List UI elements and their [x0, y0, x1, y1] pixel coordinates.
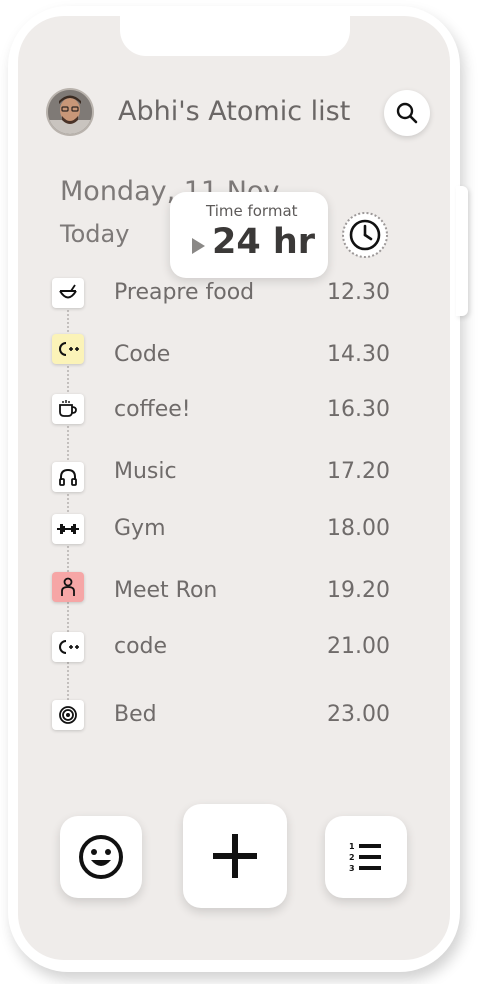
task-name-4[interactable]: Music	[114, 459, 177, 484]
task-name-7[interactable]: code	[114, 634, 167, 659]
app-screen: Abhi's Atomic list Monday, 11 Nov Today …	[18, 16, 450, 960]
play-arrow-icon	[192, 238, 205, 254]
bowl-icon	[59, 284, 77, 299]
svg-text:2: 2	[349, 853, 355, 862]
task-time-5: 18.00	[327, 516, 390, 541]
task-time-6: 19.20	[327, 578, 390, 603]
task-name-2[interactable]: Code	[114, 342, 170, 367]
mood-button[interactable]	[60, 816, 142, 898]
target-icon	[59, 706, 77, 724]
add-task-button[interactable]	[183, 804, 287, 908]
svg-text:1: 1	[349, 842, 355, 851]
task-time-1: 12.30	[327, 280, 390, 305]
task-name-1[interactable]: Preapre food	[114, 280, 254, 305]
task-icon-5[interactable]	[52, 514, 84, 544]
time-format-toggle[interactable]	[340, 210, 390, 260]
cpp-icon	[59, 640, 79, 654]
page-title: Abhi's Atomic list	[118, 96, 351, 127]
search-icon	[396, 102, 418, 124]
cpp-icon	[59, 342, 79, 356]
phone-notch	[120, 16, 350, 56]
time-format-value: 24 hr	[212, 222, 316, 262]
task-name-3[interactable]: coffee!	[114, 397, 191, 422]
task-icon-7[interactable]	[52, 632, 84, 662]
smiley-icon	[79, 835, 123, 879]
task-name-8[interactable]: Bed	[114, 702, 157, 727]
task-name-6[interactable]: Meet Ron	[114, 578, 217, 603]
clock-icon	[342, 212, 388, 258]
coffee-cup-icon	[59, 400, 77, 417]
task-time-4: 17.20	[327, 459, 390, 484]
time-format-label: Time format	[206, 202, 298, 220]
task-icon-6[interactable]	[52, 572, 84, 602]
headphones-icon	[59, 468, 77, 486]
search-button[interactable]	[384, 90, 430, 136]
task-time-8: 23.00	[327, 702, 390, 727]
task-time-7: 21.00	[327, 634, 390, 659]
svg-text:3: 3	[349, 864, 355, 873]
task-icon-8[interactable]	[52, 700, 84, 730]
time-format-popup[interactable]: Time format 24 hr	[170, 192, 328, 278]
avatar[interactable]	[48, 90, 92, 134]
task-name-5[interactable]: Gym	[114, 516, 166, 541]
task-icon-1[interactable]	[52, 278, 84, 308]
user-avatar-icon	[48, 90, 92, 134]
plus-icon	[213, 834, 257, 878]
person-icon	[61, 577, 75, 596]
phone-side-button	[456, 186, 468, 316]
task-icon-3[interactable]	[52, 394, 84, 424]
dumbbell-icon	[57, 524, 79, 534]
task-icon-4[interactable]	[52, 462, 84, 492]
today-label: Today	[60, 220, 130, 248]
task-time-3: 16.30	[327, 397, 390, 422]
task-time-2: 14.30	[327, 342, 390, 367]
numbered-list-icon: 1 2 3	[349, 842, 381, 873]
list-view-button[interactable]: 1 2 3	[325, 816, 407, 898]
task-icon-2[interactable]	[52, 334, 84, 364]
